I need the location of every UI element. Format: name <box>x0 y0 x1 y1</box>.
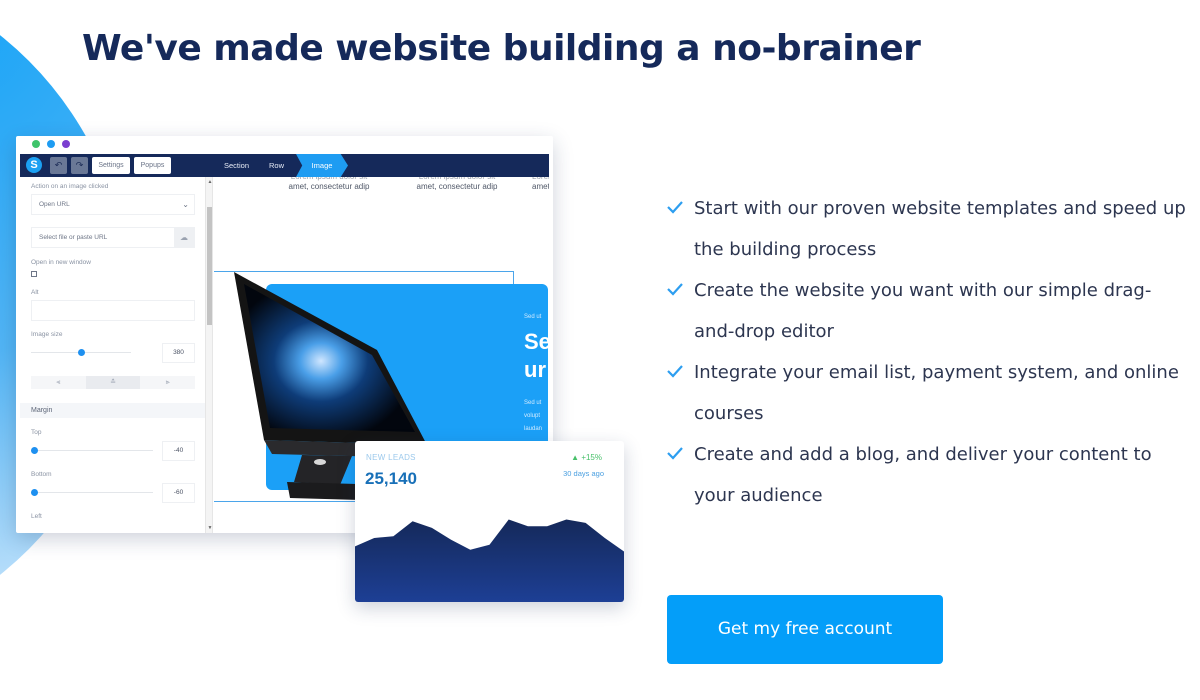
action-select-value: Open URL <box>39 201 70 208</box>
align-left-icon[interactable]: ⫷ <box>31 376 86 389</box>
align-right-icon[interactable]: ⫸ <box>140 376 195 389</box>
feature-text: Create and add a blog, and deliver your … <box>694 444 1152 506</box>
triangle-up-icon: ▲ <box>571 453 580 462</box>
url-input-placeholder: Select file or paste URL <box>39 234 108 241</box>
card-title-line-2: ur <box>524 357 546 382</box>
new-window-label: Open in new window <box>31 259 91 266</box>
card-body-line: Sed ut <box>524 400 542 406</box>
card-title-line-1: Se <box>524 329 549 354</box>
breadcrumb-section[interactable]: Section <box>224 154 249 177</box>
new-leads-card: NEW LEADS 25,140 ▲ +15% 30 days ago <box>355 441 624 602</box>
leads-area-series <box>355 519 624 602</box>
leads-change: ▲ +15% <box>571 453 602 462</box>
window-dot-green <box>32 140 40 148</box>
cloud-upload-icon[interactable]: ☁ <box>174 228 194 247</box>
lorem-line: amet, consectetur adip <box>532 182 549 191</box>
action-label: Action on an image clicked <box>31 183 109 190</box>
card-eyebrow: Sed ut <box>524 314 542 320</box>
margin-bottom-label: Bottom <box>31 471 52 478</box>
leads-label: NEW LEADS <box>366 453 416 462</box>
chevron-down-icon: ⌄ <box>182 200 189 209</box>
logo-icon: S <box>26 157 42 173</box>
checkmark-icon <box>667 365 683 378</box>
page: We've made website building a no-brainer… <box>0 0 1200 700</box>
lorem-column-2: Lorem ipsum dolor sit amet, consectetur … <box>402 177 512 192</box>
margin-top-input[interactable]: -40 <box>162 441 195 461</box>
window-controls <box>32 140 70 148</box>
leads-change-value: +15% <box>581 453 602 462</box>
get-free-account-button[interactable]: Get my free account <box>667 595 943 664</box>
alt-label: Alt <box>31 289 39 296</box>
margin-top-slider-handle[interactable] <box>31 447 38 454</box>
image-size-label: Image size <box>31 331 63 338</box>
margin-bottom-input[interactable]: -60 <box>162 483 195 503</box>
undo-icon[interactable]: ↶ <box>50 157 67 174</box>
breadcrumb-image[interactable]: Image <box>296 154 348 177</box>
checkmark-icon <box>667 283 683 296</box>
scroll-up-icon[interactable]: ▲ <box>206 179 214 185</box>
leads-area-chart <box>355 519 624 602</box>
scroll-down-icon[interactable]: ▼ <box>206 525 214 531</box>
feature-text: Start with our proven website templates … <box>694 198 1186 260</box>
lorem-column-3: Lorem ipsum dolor sit amet, consectetur … <box>532 177 549 192</box>
settings-panel: Action on an image clicked Open URL ⌄ Se… <box>20 177 205 533</box>
lorem-column-1: Lorem ipsum dolor sit amet, consectetur … <box>274 177 384 192</box>
feature-text: Create the website you want with our sim… <box>694 280 1152 342</box>
feature-item: Create the website you want with our sim… <box>666 270 1186 352</box>
alt-input[interactable] <box>31 300 195 321</box>
panel-scrollbar[interactable]: ▲ ▼ <box>205 177 213 533</box>
breadcrumb-row[interactable]: Row <box>269 154 284 177</box>
align-center-icon[interactable]: ≛ <box>85 376 141 389</box>
url-input[interactable]: Select file or paste URL ☁ <box>31 227 195 248</box>
feature-item: Start with our proven website templates … <box>666 188 1186 270</box>
checkmark-icon <box>667 447 683 460</box>
card-body-line: volupt <box>524 413 541 419</box>
redo-icon[interactable]: ↷ <box>71 157 88 174</box>
new-window-checkbox[interactable] <box>31 271 37 277</box>
alignment-group: ⫷ ≛ ⫸ <box>31 376 195 389</box>
feature-item: Integrate your email list, payment syste… <box>666 352 1186 434</box>
leads-period: 30 days ago <box>563 469 604 478</box>
window-dot-purple <box>62 140 70 148</box>
monitor-stand-hole <box>314 459 326 465</box>
feature-text: Integrate your email list, payment syste… <box>694 362 1179 424</box>
feature-item: Create and add a blog, and deliver your … <box>666 434 1186 516</box>
margin-section-heading[interactable]: Margin <box>20 403 205 418</box>
monitor-screen <box>244 284 415 432</box>
lorem-line: amet, consectetur adip <box>288 182 370 191</box>
monitor-base <box>287 482 360 500</box>
margin-left-label: Left <box>31 513 42 520</box>
checkmark-icon <box>667 201 683 214</box>
editor-toolbar: S ↶ ↷ Settings Popups Section Row Image <box>20 154 549 177</box>
action-select[interactable]: Open URL ⌄ <box>31 194 195 215</box>
window-dot-blue <box>47 140 55 148</box>
margin-top-label: Top <box>31 429 42 436</box>
margin-top-slider[interactable] <box>31 450 153 451</box>
popups-button[interactable]: Popups <box>134 157 171 174</box>
settings-button[interactable]: Settings <box>92 157 130 174</box>
leads-value: 25,140 <box>365 469 417 488</box>
image-size-slider-handle[interactable] <box>78 349 85 356</box>
margin-bottom-slider-handle[interactable] <box>31 489 38 496</box>
feature-list: Start with our proven website templates … <box>666 188 1186 516</box>
card-body-line: laudan <box>524 426 543 432</box>
scrollbar-thumb[interactable] <box>207 207 212 325</box>
page-title: We've made website building a no-brainer <box>82 28 921 69</box>
margin-bottom-slider[interactable] <box>31 492 153 493</box>
lorem-line: amet, consectetur adip <box>416 182 498 191</box>
image-size-input[interactable]: 380 <box>162 343 195 363</box>
